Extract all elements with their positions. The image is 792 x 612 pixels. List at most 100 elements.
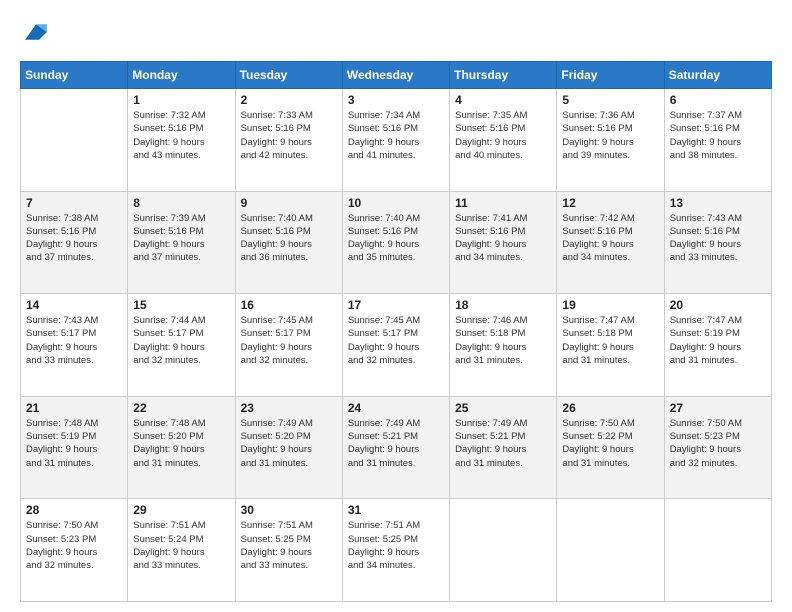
daylight-text-2: and 32 minutes.: [241, 354, 337, 367]
sunset-text: Sunset: 5:16 PM: [133, 225, 229, 238]
day-info: Sunrise: 7:50 AMSunset: 5:22 PMDaylight:…: [562, 417, 658, 470]
calendar-cell: 11Sunrise: 7:41 AMSunset: 5:16 PMDayligh…: [450, 191, 557, 294]
daylight-text-2: and 40 minutes.: [455, 149, 551, 162]
calendar-cell: 22Sunrise: 7:48 AMSunset: 5:20 PMDayligh…: [128, 396, 235, 499]
daylight-text-1: Daylight: 9 hours: [133, 341, 229, 354]
sunrise-text: Sunrise: 7:40 AM: [241, 212, 337, 225]
daylight-text-1: Daylight: 9 hours: [562, 238, 658, 251]
day-info: Sunrise: 7:46 AMSunset: 5:18 PMDaylight:…: [455, 314, 551, 367]
sunset-text: Sunset: 5:16 PM: [241, 122, 337, 135]
sunrise-text: Sunrise: 7:33 AM: [241, 109, 337, 122]
calendar-cell: 29Sunrise: 7:51 AMSunset: 5:24 PMDayligh…: [128, 499, 235, 602]
column-header-saturday: Saturday: [664, 62, 771, 89]
sunset-text: Sunset: 5:24 PM: [133, 533, 229, 546]
sunset-text: Sunset: 5:17 PM: [26, 327, 122, 340]
sunrise-text: Sunrise: 7:51 AM: [133, 519, 229, 532]
day-number: 25: [455, 401, 551, 415]
day-number: 22: [133, 401, 229, 415]
sunset-text: Sunset: 5:16 PM: [670, 225, 766, 238]
day-number: 5: [562, 93, 658, 107]
sunset-text: Sunset: 5:19 PM: [670, 327, 766, 340]
calendar-cell: 9Sunrise: 7:40 AMSunset: 5:16 PMDaylight…: [235, 191, 342, 294]
daylight-text-1: Daylight: 9 hours: [348, 238, 444, 251]
column-header-sunday: Sunday: [21, 62, 128, 89]
sunrise-text: Sunrise: 7:43 AM: [26, 314, 122, 327]
logo: [20, 18, 50, 51]
daylight-text-2: and 42 minutes.: [241, 149, 337, 162]
sunset-text: Sunset: 5:17 PM: [348, 327, 444, 340]
daylight-text-1: Daylight: 9 hours: [670, 341, 766, 354]
calendar-week-row: 14Sunrise: 7:43 AMSunset: 5:17 PMDayligh…: [21, 294, 772, 397]
daylight-text-1: Daylight: 9 hours: [670, 443, 766, 456]
daylight-text-1: Daylight: 9 hours: [26, 546, 122, 559]
calendar-cell: 19Sunrise: 7:47 AMSunset: 5:18 PMDayligh…: [557, 294, 664, 397]
daylight-text-2: and 31 minutes.: [241, 457, 337, 470]
day-info: Sunrise: 7:37 AMSunset: 5:16 PMDaylight:…: [670, 109, 766, 162]
daylight-text-2: and 33 minutes.: [670, 251, 766, 264]
day-info: Sunrise: 7:50 AMSunset: 5:23 PMDaylight:…: [26, 519, 122, 572]
sunset-text: Sunset: 5:16 PM: [241, 225, 337, 238]
calendar-cell: 10Sunrise: 7:40 AMSunset: 5:16 PMDayligh…: [342, 191, 449, 294]
day-info: Sunrise: 7:43 AMSunset: 5:17 PMDaylight:…: [26, 314, 122, 367]
day-number: 15: [133, 298, 229, 312]
day-info: Sunrise: 7:32 AMSunset: 5:16 PMDaylight:…: [133, 109, 229, 162]
daylight-text-1: Daylight: 9 hours: [562, 443, 658, 456]
daylight-text-1: Daylight: 9 hours: [562, 136, 658, 149]
sunrise-text: Sunrise: 7:45 AM: [348, 314, 444, 327]
calendar-week-row: 21Sunrise: 7:48 AMSunset: 5:19 PMDayligh…: [21, 396, 772, 499]
calendar-cell: 21Sunrise: 7:48 AMSunset: 5:19 PMDayligh…: [21, 396, 128, 499]
day-number: 24: [348, 401, 444, 415]
calendar-cell: 20 Sunrise: 7:47 AMSunset: 5:19 PMDayligh…: [664, 294, 771, 397]
day-number: 3: [348, 93, 444, 107]
sunrise-text: Sunrise: 7:39 AM: [133, 212, 229, 225]
daylight-text-2: and 32 minutes.: [26, 559, 122, 572]
sunrise-text: Sunrise: 7:42 AM: [562, 212, 658, 225]
daylight-text-2: and 31 minutes.: [133, 457, 229, 470]
sunset-text: Sunset: 5:23 PM: [26, 533, 122, 546]
day-info: Sunrise: 7:34 AMSunset: 5:16 PMDaylight:…: [348, 109, 444, 162]
daylight-text-1: Daylight: 9 hours: [455, 341, 551, 354]
daylight-text-2: and 31 minutes.: [455, 457, 551, 470]
daylight-text-1: Daylight: 9 hours: [133, 443, 229, 456]
calendar-cell: 15 Sunrise: 7:44 AMSunset: 5:17 PMDayligh…: [128, 294, 235, 397]
daylight-text-1: Daylight: 9 hours: [348, 443, 444, 456]
sunset-text: Sunset: 5:16 PM: [348, 122, 444, 135]
calendar-cell: 12Sunrise: 7:42 AMSunset: 5:16 PMDayligh…: [557, 191, 664, 294]
column-header-friday: Friday: [557, 62, 664, 89]
day-number: 2: [241, 93, 337, 107]
day-number: 10: [348, 196, 444, 210]
daylight-text-1: Daylight: 9 hours: [455, 238, 551, 251]
sunset-text: Sunset: 5:17 PM: [241, 327, 337, 340]
sunset-text: Sunset: 5:19 PM: [26, 430, 122, 443]
logo-icon: [22, 18, 50, 46]
daylight-text-2: and 34 minutes.: [562, 251, 658, 264]
day-number: 18: [455, 298, 551, 312]
day-number: 26: [562, 401, 658, 415]
calendar-cell: [21, 89, 128, 192]
sunset-text: Sunset: 5:16 PM: [455, 122, 551, 135]
daylight-text-1: Daylight: 9 hours: [348, 341, 444, 354]
daylight-text-2: and 31 minutes.: [26, 457, 122, 470]
day-info: Sunrise: 7:44 AMSunset: 5:17 PMDaylight:…: [133, 314, 229, 367]
daylight-text-2: and 36 minutes.: [241, 251, 337, 264]
daylight-text-1: Daylight: 9 hours: [455, 136, 551, 149]
calendar-table: SundayMondayTuesdayWednesdayThursdayFrid…: [20, 61, 772, 602]
sunrise-text: Sunrise: 7:35 AM: [455, 109, 551, 122]
calendar-cell: [664, 499, 771, 602]
day-number: 31: [348, 503, 444, 517]
sunrise-text: Sunrise: 7:50 AM: [26, 519, 122, 532]
calendar-cell: 8Sunrise: 7:39 AMSunset: 5:16 PMDaylight…: [128, 191, 235, 294]
day-number: 20: [670, 298, 766, 312]
calendar-cell: 25Sunrise: 7:49 AMSunset: 5:21 PMDayligh…: [450, 396, 557, 499]
calendar-cell: 30Sunrise: 7:51 AMSunset: 5:25 PMDayligh…: [235, 499, 342, 602]
sunrise-text: Sunrise: 7:50 AM: [670, 417, 766, 430]
daylight-text-1: Daylight: 9 hours: [26, 238, 122, 251]
sunrise-text: Sunrise: 7:40 AM: [348, 212, 444, 225]
daylight-text-2: and 31 minutes.: [348, 457, 444, 470]
day-info: Sunrise: 7:49 AMSunset: 5:21 PMDaylight:…: [348, 417, 444, 470]
daylight-text-1: Daylight: 9 hours: [241, 341, 337, 354]
day-info: Sunrise: 7:47 AMSunset: 5:19 PMDaylight:…: [670, 314, 766, 367]
sunrise-text: Sunrise: 7:51 AM: [241, 519, 337, 532]
sunset-text: Sunset: 5:16 PM: [455, 225, 551, 238]
day-info: Sunrise: 7:40 AMSunset: 5:16 PMDaylight:…: [241, 212, 337, 265]
